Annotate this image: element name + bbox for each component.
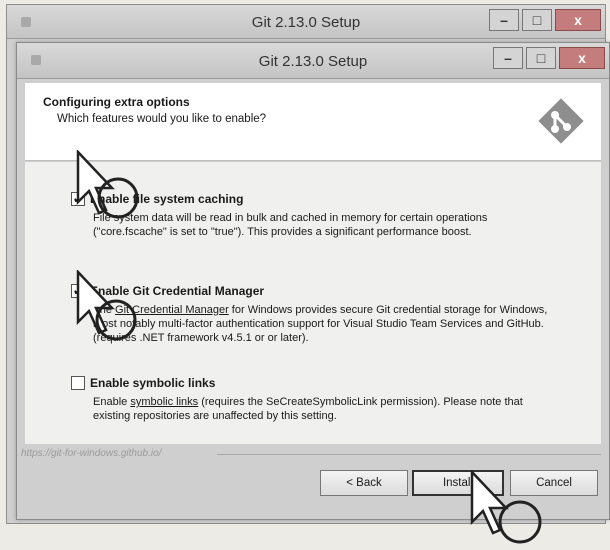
- cursor-click-icon: [76, 270, 137, 341]
- option-description: The Git Credential Manager for Windows p…: [93, 303, 563, 345]
- page-title: Configuring extra options: [43, 95, 190, 109]
- close-button[interactable]: x: [559, 47, 605, 69]
- option-row: Enable symbolic links: [71, 376, 563, 390]
- footer-divider: [217, 454, 601, 455]
- back-button[interactable]: < Back: [320, 470, 408, 496]
- background-titlebar: Git 2.13.0 Setup – □ x: [7, 5, 605, 39]
- minimize-button[interactable]: –: [493, 47, 523, 69]
- maximize-button[interactable]: □: [522, 9, 552, 31]
- page-subtitle: Which features would you like to enable?: [57, 113, 267, 125]
- minimize-button[interactable]: –: [489, 9, 519, 31]
- git-logo-icon: [538, 98, 584, 144]
- option-label[interactable]: Enable symbolic links: [90, 376, 215, 390]
- option-description: File system data will be read in bulk an…: [93, 212, 488, 238]
- window-controls: – □ x: [493, 47, 605, 69]
- cursor-click-icon: [470, 470, 542, 544]
- maximize-button[interactable]: □: [526, 47, 556, 69]
- footer-url[interactable]: https://git-for-windows.github.io/: [21, 448, 161, 459]
- titlebar: Git 2.13.0 Setup – □ x: [17, 43, 609, 79]
- option-symbolic-links: Enable symbolic links Enable symbolic li…: [71, 376, 563, 423]
- option-description: Enable symbolic links (requires the SeCr…: [93, 395, 563, 423]
- symbolic-links-link[interactable]: symbolic links: [130, 396, 198, 408]
- cursor-click-icon: [76, 150, 139, 219]
- background-window-controls: – □ x: [489, 9, 601, 31]
- symbolic-links-checkbox[interactable]: [71, 376, 85, 390]
- close-button[interactable]: x: [555, 9, 601, 31]
- description-prefix: Enable: [93, 396, 131, 408]
